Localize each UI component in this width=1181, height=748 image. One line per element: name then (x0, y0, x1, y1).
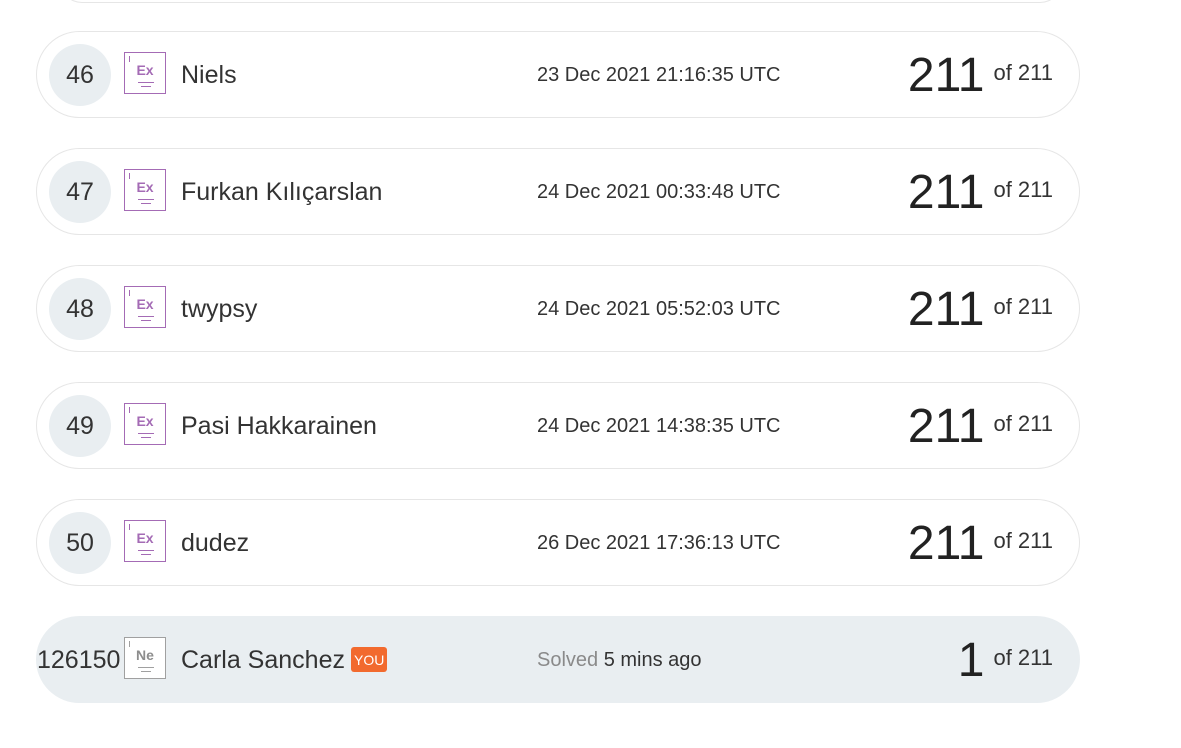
leaderboard-row[interactable]: 46 Ex Niels 23 Dec 2021 21:16:35 UTC 211… (36, 31, 1080, 118)
score-value: 1 (957, 633, 985, 687)
rank-number: 47 (49, 161, 111, 223)
score-total: of 211 (993, 176, 1053, 202)
leaderboard-row[interactable]: 50 Ex dudez 26 Dec 2021 17:36:13 UTC 211… (36, 499, 1080, 586)
user-name[interactable]: Carla Sanchez YOU (181, 617, 388, 704)
score: 211 of 211 (908, 266, 1053, 353)
solved-time: Solved 5 mins ago (537, 617, 702, 704)
score-value: 211 (907, 516, 985, 570)
level-badge-icon: Ex (124, 52, 166, 94)
solved-label: Solved (537, 649, 599, 671)
completion-time: 23 Dec 2021 21:16:35 UTC (537, 64, 781, 86)
badge-symbol: Ex (136, 413, 154, 429)
user-name-text: Carla Sanchez (181, 646, 345, 674)
score: 1 of 211 (958, 617, 1053, 704)
rank-number: 126150 (37, 646, 121, 674)
score-total: of 211 (993, 644, 1053, 670)
level-badge-icon: Ex (124, 403, 166, 445)
level-badge-icon: Ex (124, 520, 166, 562)
level-badge-icon: Ne (124, 637, 166, 679)
score-value: 211 (907, 282, 985, 336)
level-badge-icon: Ex (124, 169, 166, 211)
level-badge-icon: Ex (124, 286, 166, 328)
score-total: of 211 (993, 293, 1053, 319)
score-total: of 211 (993, 59, 1053, 85)
leaderboard: 46 Ex Niels 23 Dec 2021 21:16:35 UTC 211… (0, 0, 1181, 748)
badge-symbol: Ex (136, 62, 154, 78)
score-total: of 211 (993, 410, 1053, 436)
completion-time: 24 Dec 2021 00:33:48 UTC (537, 181, 781, 203)
you-badge: YOU (350, 646, 388, 672)
leaderboard-row[interactable]: 48 Ex twypsy 24 Dec 2021 05:52:03 UTC 21… (36, 265, 1080, 352)
previous-row-edge (60, 0, 1062, 3)
score: 211 of 211 (908, 149, 1053, 236)
badge-symbol: Ex (136, 530, 154, 546)
score-value: 211 (907, 48, 985, 102)
score: 211 of 211 (908, 500, 1053, 587)
user-name[interactable]: twypsy (181, 266, 257, 353)
user-name[interactable]: Furkan Kılıçarslan (181, 149, 382, 236)
score-total: of 211 (993, 527, 1053, 553)
rank-number: 49 (49, 395, 111, 457)
rank-number: 48 (49, 278, 111, 340)
score: 211 of 211 (908, 383, 1053, 470)
user-name[interactable]: Pasi Hakkarainen (181, 383, 377, 470)
leaderboard-row[interactable]: 47 Ex Furkan Kılıçarslan 24 Dec 2021 00:… (36, 148, 1080, 235)
badge-symbol: Ex (136, 296, 154, 312)
rank-number: 46 (49, 44, 111, 106)
score-value: 211 (907, 399, 985, 453)
score: 211 of 211 (908, 32, 1053, 119)
solved-ago: 5 mins ago (603, 649, 702, 671)
completion-time: 24 Dec 2021 14:38:35 UTC (537, 415, 781, 437)
completion-time: 26 Dec 2021 17:36:13 UTC (537, 532, 781, 554)
leaderboard-row[interactable]: 49 Ex Pasi Hakkarainen 24 Dec 2021 14:38… (36, 382, 1080, 469)
current-user-row[interactable]: 126150 Ne Carla Sanchez YOU Solved 5 mins… (36, 616, 1080, 703)
badge-symbol: Ex (136, 179, 154, 195)
score-value: 211 (907, 165, 985, 219)
user-name[interactable]: Niels (181, 32, 237, 119)
completion-time: 24 Dec 2021 05:52:03 UTC (537, 298, 781, 320)
badge-symbol: Ne (136, 647, 154, 663)
rank-number: 50 (49, 512, 111, 574)
user-name[interactable]: dudez (181, 500, 249, 587)
